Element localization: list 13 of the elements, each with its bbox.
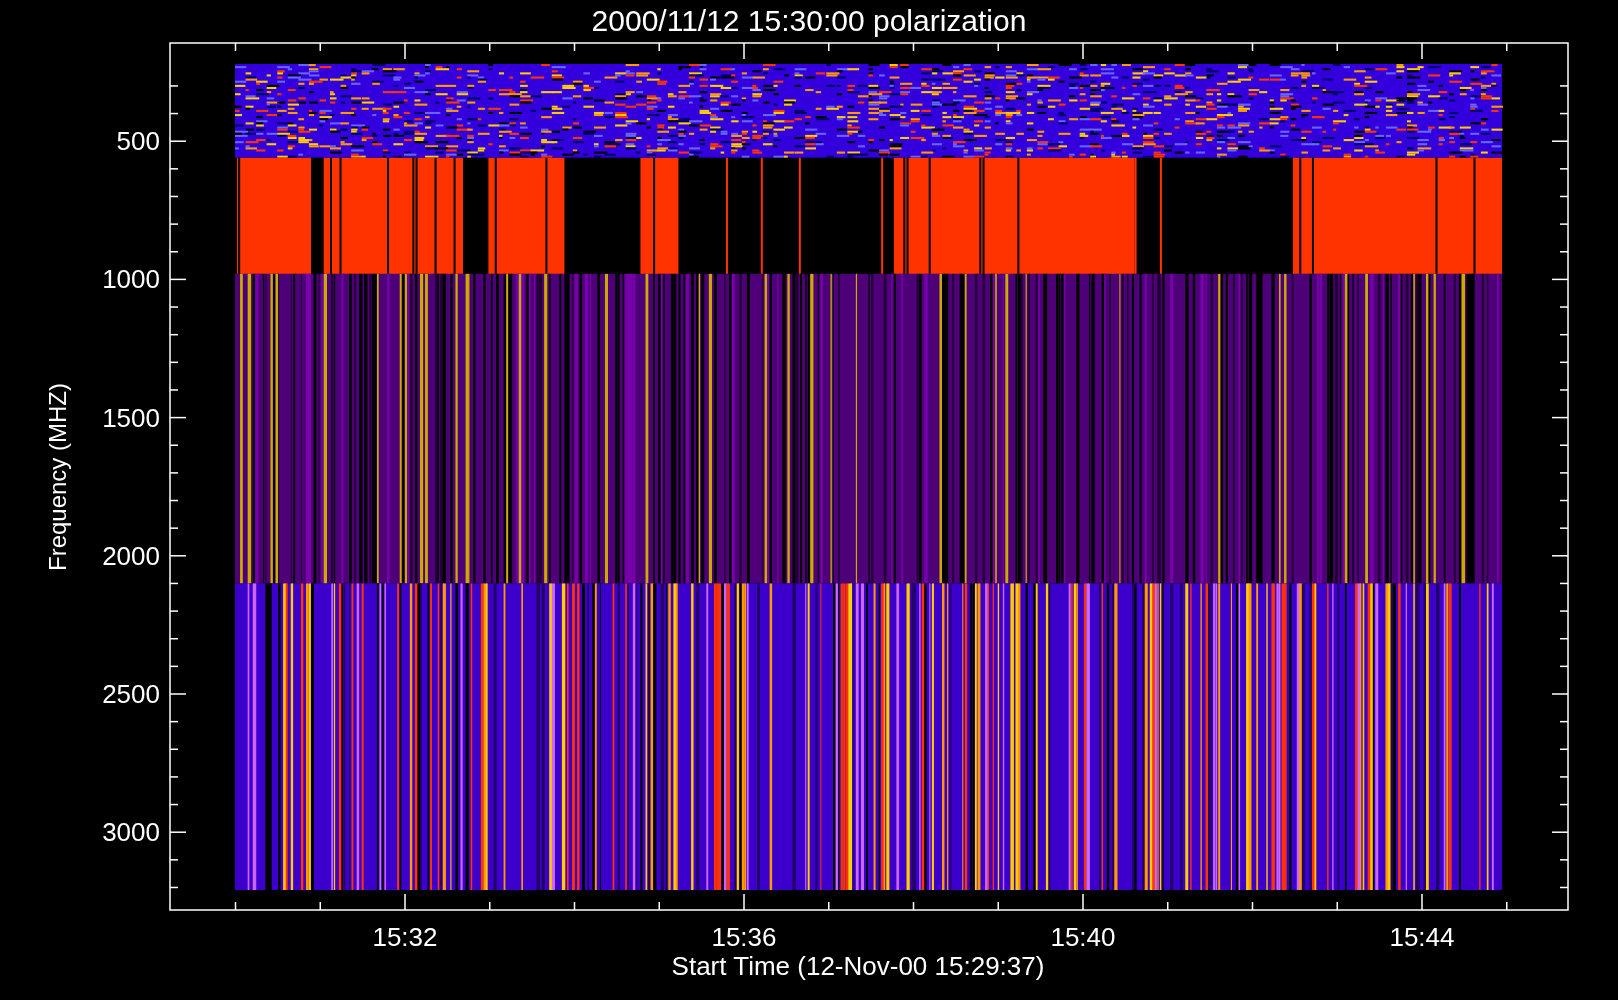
y-tick-label: 2500 bbox=[102, 679, 160, 709]
x-tick-label: 15:40 bbox=[1050, 922, 1116, 952]
y-axis-label: Frequency (MHZ) bbox=[44, 383, 71, 571]
y-tick-label: 3000 bbox=[102, 817, 160, 848]
x-axis-label: Start Time (12-Nov-00 15:29:37) bbox=[671, 951, 1045, 981]
y-tick-label: 1500 bbox=[102, 402, 160, 433]
plot-title: 2000/11/12 15:30:00 polarization bbox=[591, 4, 1027, 37]
x-tick-label: 15:44 bbox=[1389, 922, 1455, 952]
x-tick-label: 15:36 bbox=[711, 922, 777, 952]
x-tick-label: 15:32 bbox=[372, 922, 438, 952]
y-tick-label: 2000 bbox=[102, 540, 160, 571]
y-tick-label: 500 bbox=[116, 126, 160, 157]
y-tick-label: 1000 bbox=[102, 264, 160, 295]
